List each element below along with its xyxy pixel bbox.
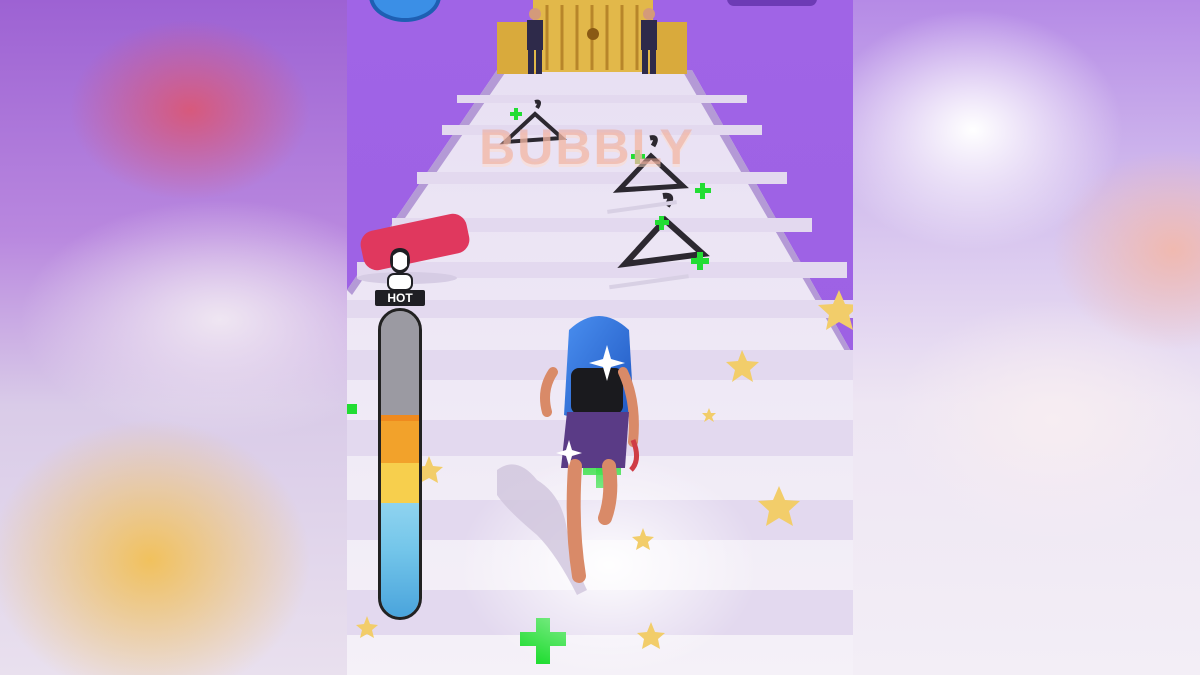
meter-segment-orange [381,415,419,469]
blurred-right-backdrop [853,0,1200,675]
meter-label: HOT [375,290,425,306]
golden-gate [497,0,687,74]
mannequin-icon [387,248,413,291]
game-viewport[interactable]: BUBBLY HOT [347,0,853,675]
meter-segment-blue [381,503,419,617]
meter-segment-gray [381,311,419,415]
runway-brand-text: BUBBLY [479,119,695,175]
blurred-left-backdrop [0,0,347,675]
style-meter: HOT [375,246,425,622]
meter-segment-yellow [381,463,419,503]
meter-tube [378,308,422,620]
